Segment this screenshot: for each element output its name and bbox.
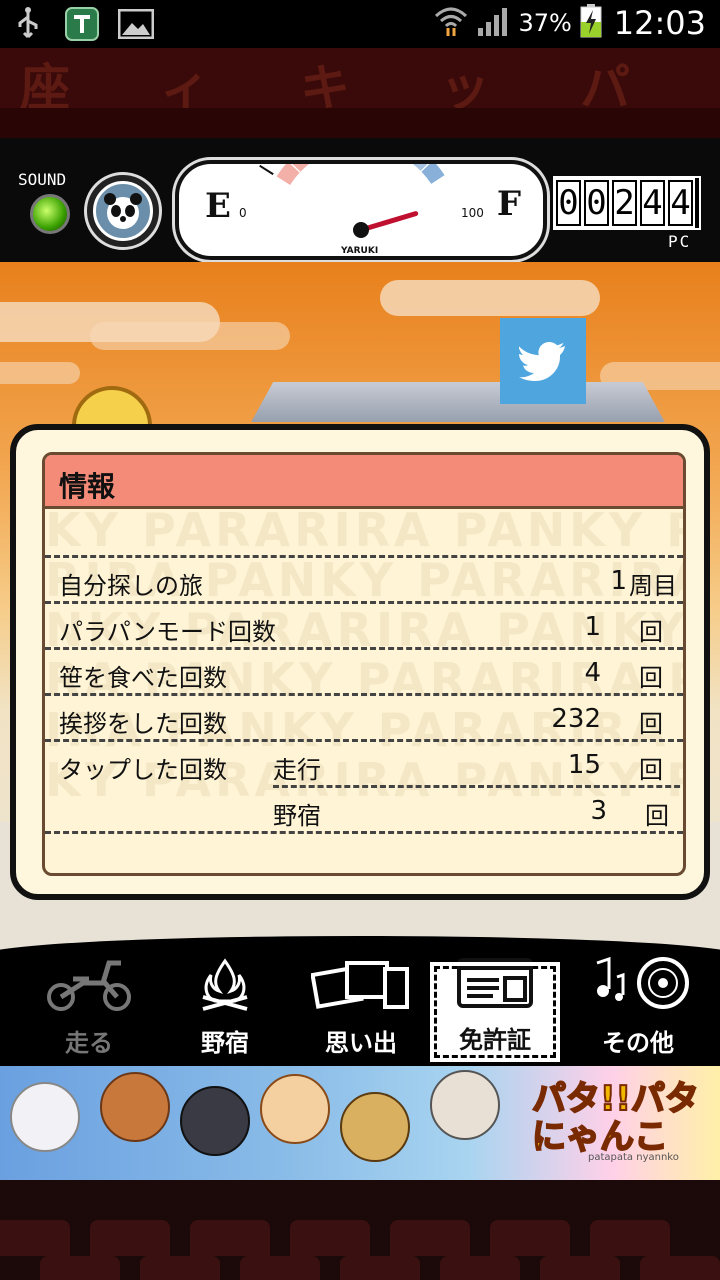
image-icon	[118, 6, 154, 42]
gauge-needle	[358, 211, 419, 233]
stat-row: 自分探しの旅 1 周目	[45, 555, 683, 601]
stat-value: 15	[567, 750, 601, 780]
gauge-tick	[259, 164, 274, 176]
stat-row: パラパンモード回数 1 回	[45, 601, 683, 647]
app-t-icon	[64, 6, 100, 42]
clock: 12:03	[613, 4, 706, 42]
gauge-empty-label: E	[205, 186, 231, 226]
ad-logo: パタ!!パタにゃんこ patapata nyannko	[531, 1074, 712, 1164]
license-card-icon	[457, 958, 533, 1020]
ad-banner[interactable]: パタ!!パタにゃんこ patapata nyannko	[0, 1066, 720, 1180]
cat-illustration	[100, 1072, 170, 1142]
nav-label: 免許証	[459, 1026, 531, 1054]
stage-curtain: 座 ィ キ ッ パ	[0, 48, 720, 138]
signal-icon	[476, 6, 510, 40]
stat-label: 挨拶をした回数	[59, 710, 227, 738]
building-roof	[251, 382, 665, 422]
stat-unit: 周目	[629, 572, 677, 600]
stat-row: タップした回数 走行 15 回	[45, 739, 683, 785]
cat-illustration	[10, 1082, 80, 1152]
stat-row: 挨拶をした回数 232 回	[45, 693, 683, 739]
nav-label: その他	[602, 1029, 674, 1057]
stat-label: 自分探しの旅	[59, 572, 203, 600]
stat-sublabel: 走行	[273, 756, 321, 784]
nav-camp[interactable]: 野宿	[160, 958, 290, 1058]
counter-digit: 0	[556, 180, 581, 226]
photos-icon	[310, 957, 411, 1023]
status-bar: 37% 12:03	[0, 0, 720, 48]
point-counter-digits: 0 0 2 4 4	[556, 180, 693, 226]
counter-digit: 0	[584, 180, 609, 226]
cat-illustration	[340, 1092, 410, 1162]
sound-toggle-button[interactable]	[30, 194, 70, 234]
info-panel-header: 情報	[45, 455, 683, 509]
stat-unit: 回	[639, 710, 663, 738]
scooter-icon	[43, 955, 135, 1023]
battery-percent: 37%	[518, 9, 572, 37]
cat-illustration	[430, 1070, 500, 1140]
campfire-icon	[195, 957, 255, 1023]
gauge-max-label: 100	[461, 206, 484, 220]
usb-icon	[10, 6, 46, 42]
yaruki-gauge: E F 0 100 YARUKI	[175, 160, 547, 260]
counter-digit: 4	[640, 180, 665, 226]
theater-seats	[0, 1180, 720, 1280]
ad-logo-sub: patapata nyannko	[588, 1152, 679, 1163]
counter-digit: 4	[668, 180, 693, 226]
panda-avatar-button[interactable]	[84, 172, 162, 250]
stat-unit: 回	[645, 802, 669, 830]
info-panel: RA PANKY PARARIRA PAN KY PARARIRA PANKY …	[10, 424, 710, 900]
gauge-caption: YARUKI	[341, 246, 379, 256]
ad-logo-text: パタ!!パタにゃんこ	[531, 1079, 700, 1157]
stat-value: 1	[610, 566, 627, 596]
stat-label: タップした回数	[59, 756, 227, 784]
cat-illustration	[260, 1074, 330, 1144]
nav-memories[interactable]: 思い出	[296, 961, 426, 1058]
stat-label: パラパンモード回数	[59, 618, 276, 646]
sound-label: SOUND	[18, 170, 67, 189]
stat-unit: 回	[639, 618, 663, 646]
nav-label: 思い出	[325, 1029, 397, 1057]
gauge-min-label: 0	[239, 206, 247, 220]
stat-sublabel: 野宿	[273, 802, 321, 830]
nav-other[interactable]: その他	[568, 956, 708, 1058]
gauge-segment	[421, 164, 445, 184]
music-disc-icon	[583, 955, 693, 1023]
stat-unit: 回	[639, 664, 663, 692]
panda-icon	[93, 181, 153, 241]
gauge-dial	[259, 164, 445, 238]
counter-unit: PC	[668, 232, 692, 251]
stat-row: 野宿 3 回	[273, 785, 683, 831]
page-title: 情報	[59, 470, 116, 503]
stat-row: 笹を食べた回数 4 回	[45, 647, 683, 693]
nav-run[interactable]: 走る	[24, 960, 154, 1058]
watermark-line: KY PARARIRA PANKY PARA	[45, 503, 683, 557]
stat-value: 4	[584, 658, 601, 688]
row-divider	[45, 831, 683, 835]
stat-value: 1	[584, 612, 601, 642]
stat-value: 232	[551, 704, 601, 734]
stat-unit: 回	[639, 756, 663, 784]
counter-digit: 2	[612, 180, 637, 226]
wifi-icon	[434, 6, 468, 40]
cat-illustration	[180, 1086, 250, 1156]
gauge-full-label: F	[496, 184, 521, 224]
stat-value: 3	[590, 796, 607, 826]
nav-license[interactable]: 免許証	[430, 958, 560, 1062]
twitter-icon	[519, 342, 565, 381]
twitter-share-button[interactable]	[500, 318, 586, 404]
bottom-nav: 走る 野宿 思い出 免許証 その他	[0, 936, 720, 1066]
nav-label: 野宿	[201, 1029, 249, 1057]
info-panel-body: RA PANKY PARARIRA PAN KY PARARIRA PANKY …	[42, 452, 686, 876]
stat-label: 笹を食べた回数	[59, 664, 227, 692]
battery-icon	[580, 4, 602, 42]
nav-label: 走る	[65, 1029, 113, 1057]
